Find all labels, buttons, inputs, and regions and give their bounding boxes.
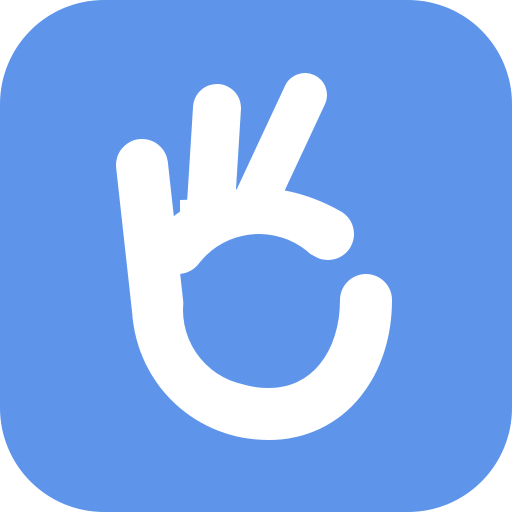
ok-hand-gesture-icon — [0, 0, 512, 512]
app-icon[interactable] — [0, 0, 512, 512]
ok-circle-hole — [183, 234, 335, 386]
